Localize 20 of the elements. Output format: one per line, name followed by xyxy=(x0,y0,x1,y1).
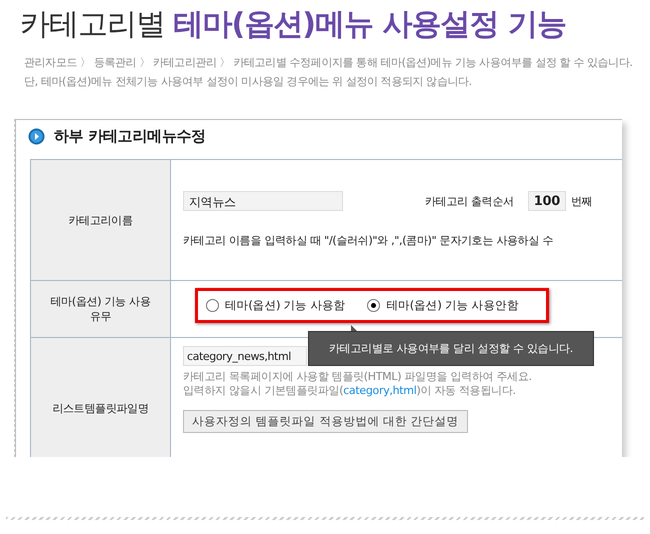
template-field[interactable]: category_news,html xyxy=(183,346,307,366)
play-icon xyxy=(28,128,45,145)
radio-option[interactable]: 테마(옵션) 기능 사용안함 xyxy=(367,298,518,313)
radio-option[interactable]: 테마(옵션) 기능 사용함 xyxy=(206,298,346,313)
order-unit: 번째 xyxy=(571,194,592,208)
row-label: 테마(옵션) 기능 사용유무 xyxy=(50,294,152,324)
row-label: 카테고리이름 xyxy=(67,212,134,228)
hint-text: 카테고리 목록페이지에 사용할 템플릿(HTML) 파일명을 입력하여 주세요. 입력하지 않을시 기본템플릿파일(category,html)이 자동 적용됩니다. xyxy=(183,370,533,398)
help-button[interactable]: 사용자정의 템플릿파일 적용방법에 대한 간단설명 xyxy=(183,410,468,433)
page-title: 카테고리별 테마(옵션)메뉴 사용설정 기능 xyxy=(20,6,566,44)
description-text: 관리자모드 〉 등록관리 〉 카테고리관리 〉 카테고리별 수정페이지를 통해 테마(옵션)메뉴 기능 사용여부를 설정 할 수 있습니다. 단, 테마(옵션)메뉴 전체기능 사용여부 설정이 미사용일 경우에는 위 설정이 적용되지 않습니다. xyxy=(24,55,634,90)
name-field[interactable]: 지역뉴스 xyxy=(183,191,343,211)
panel-title: 하부 카테고리메뉴수정 xyxy=(54,127,206,146)
row-label: 리스트템플릿파일명 xyxy=(51,400,150,416)
radio-icon[interactable] xyxy=(206,299,219,312)
order-label: 카테고리 출력순서 xyxy=(425,194,514,208)
radio-icon[interactable] xyxy=(367,299,380,312)
note-text: 카테고리 이름을 입력하실 때 "/(슬러쉬)"와 ,",(콤마)" 문자기호는 사용하실 수 xyxy=(183,233,554,248)
tooltip: 카테고리별로 사용여부를 달리 설정할 수 있습니다. xyxy=(308,331,594,366)
order-field[interactable]: 100 xyxy=(528,191,566,211)
